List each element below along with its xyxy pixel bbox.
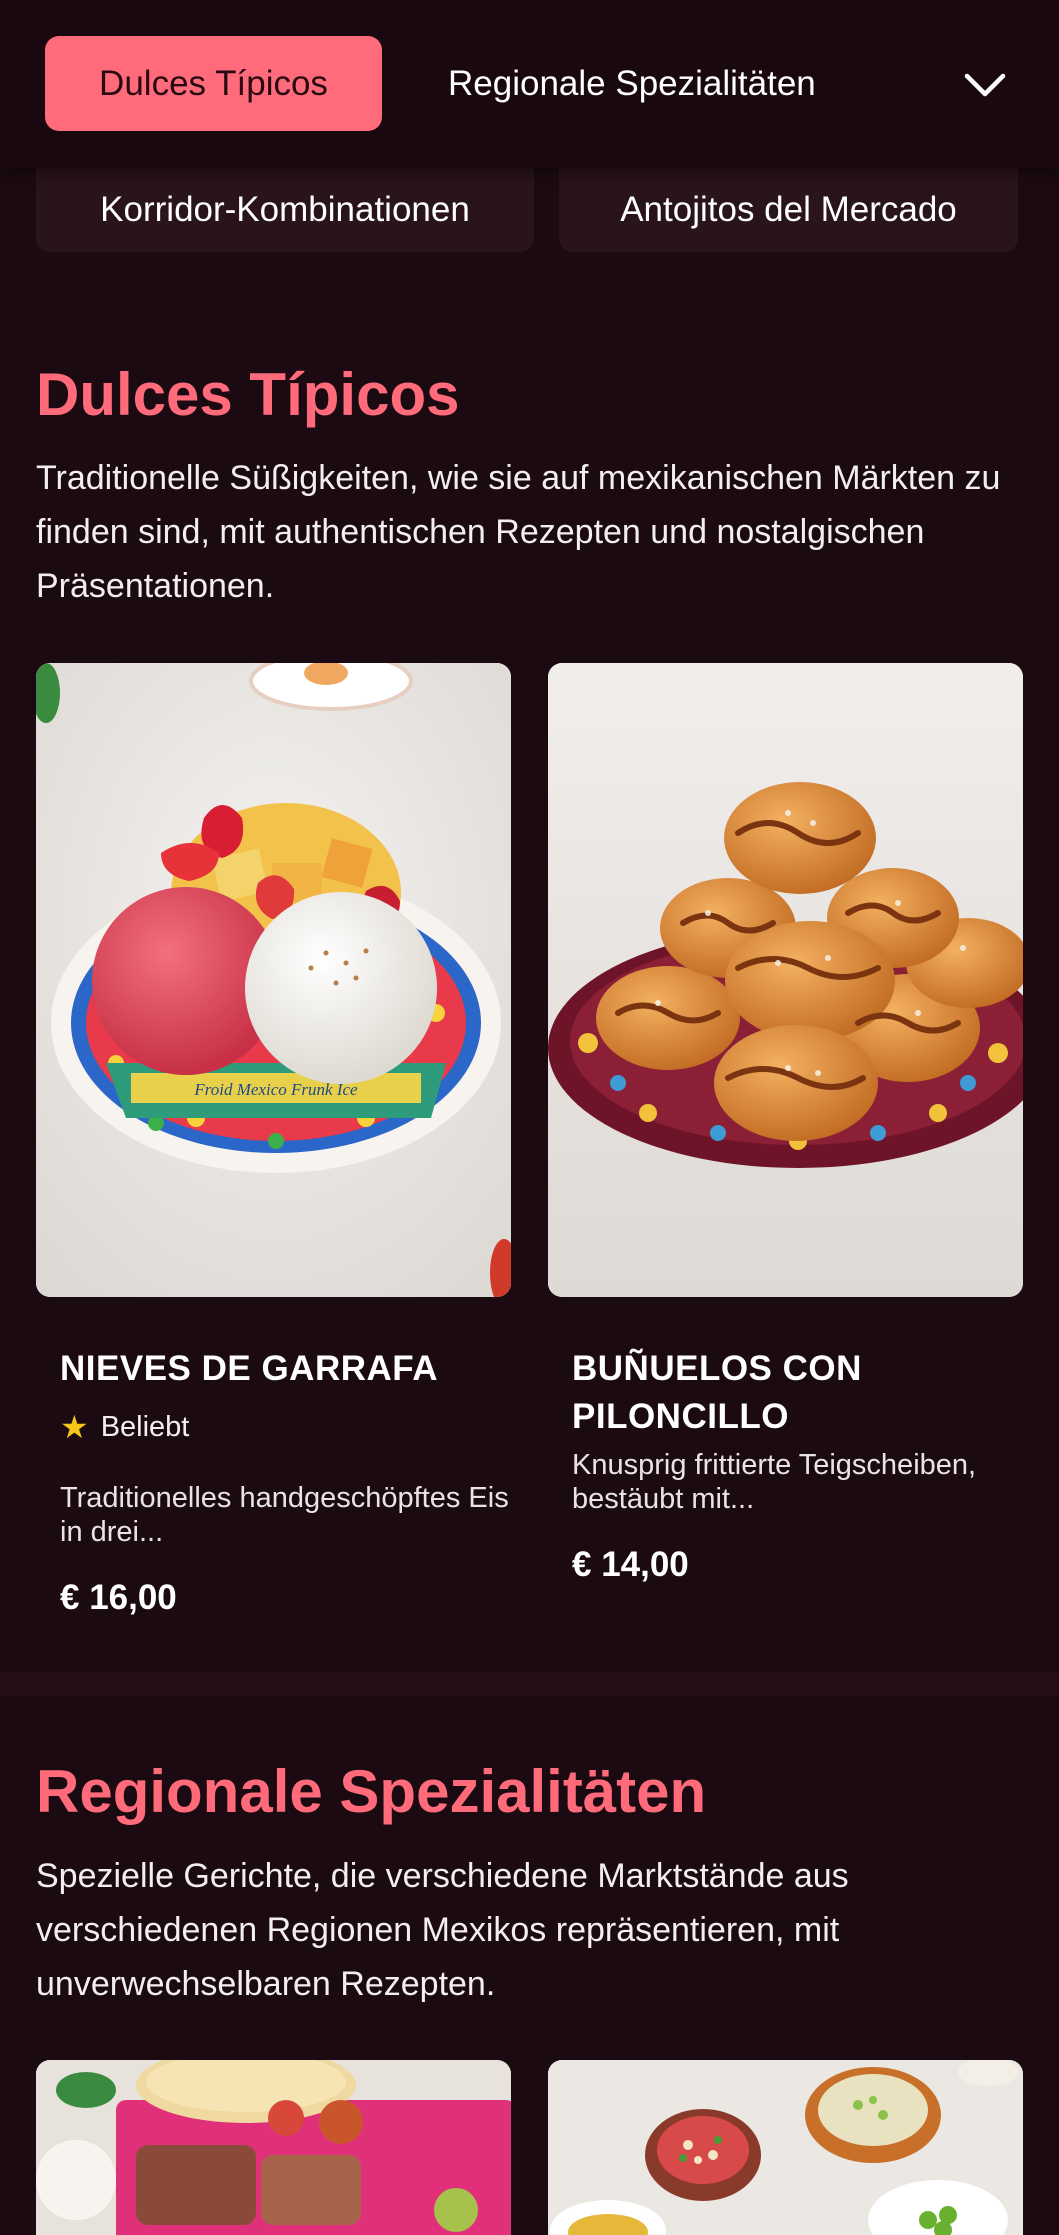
product-name[interactable]: BUÑUELOS CON PILONCILLO [572,1345,972,1441]
product-image-nieves[interactable]: Froid Mexico Frunk Ice [36,663,511,1297]
product-image-salsas[interactable] [548,2060,1023,2235]
tab-dulces-tipicos[interactable]: Dulces Típicos [45,36,382,131]
section-description-regionale: Spezielle Gerichte, die verschiedene Mar… [36,1857,849,2003]
section-divider [0,1672,1059,1696]
category-nav: Dulces Típicos Regionale Spezialitäten [0,0,1059,168]
star-icon: ★ [60,1409,89,1445]
product-description: Knusprig frittierte Teigscheiben, bestäu… [572,1449,977,1515]
category-pill-antojitos[interactable]: Antojitos del Mercado [559,168,1018,252]
badge-label: Beliebt [100,1410,190,1443]
product-price: € 16,00 [60,1578,177,1617]
product-description: Traditionelles handgeschöpftes Eis in dr… [60,1482,509,1548]
product-image-bunuelos[interactable] [548,663,1023,1297]
tab-regionale-spezialitaeten[interactable]: Regionale Spezialitäten [448,36,816,131]
product-image-platter[interactable] [36,2060,511,2235]
section-title-regionale: Regionale Spezialitäten [36,1758,707,1825]
product-name[interactable]: NIEVES DE GARRAFA [60,1345,500,1393]
section-description-dulces: Traditionelle Süßigkeiten, wie sie auf m… [36,459,1001,605]
chevron-down-icon[interactable] [960,60,1010,110]
product-price: € 14,00 [572,1545,689,1584]
popular-badge: ★ Beliebt [60,1408,189,1446]
category-pill-korridor[interactable]: Korridor-Kombinationen [36,168,534,252]
section-title-dulces: Dulces Típicos [36,361,460,428]
